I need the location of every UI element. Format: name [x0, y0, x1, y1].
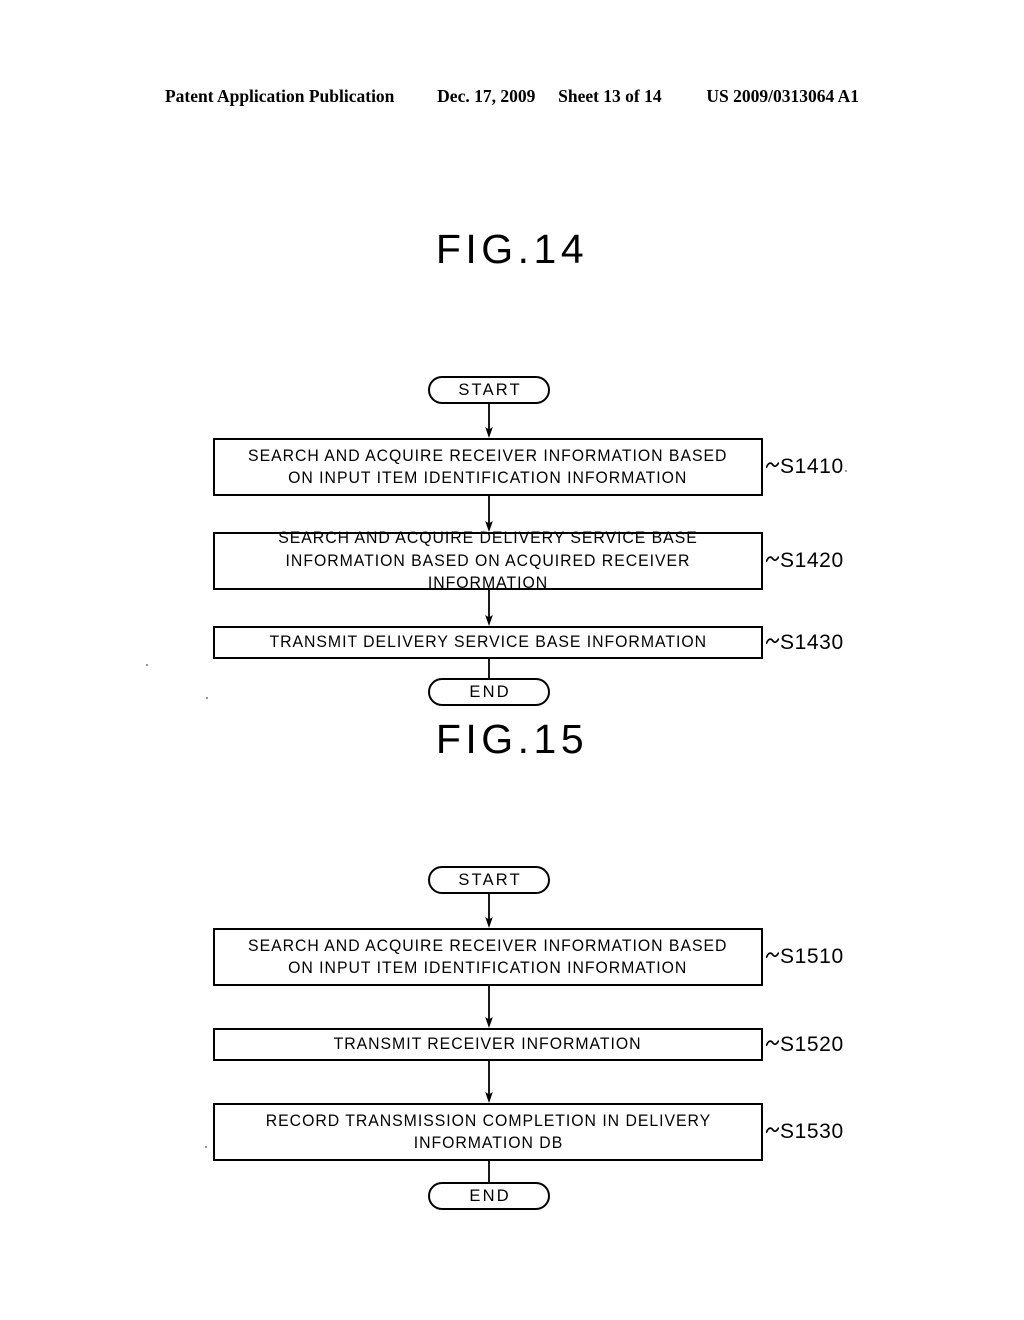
figure-15-step-1-reference-label: S1510: [780, 945, 844, 968]
figure-15-end-terminator: END: [428, 1182, 550, 1210]
reference-leader-icon: [766, 1038, 779, 1048]
figure-15-step-3-reference: S1530: [766, 1118, 844, 1146]
figure-14-step-1-reference: S1410: [766, 453, 844, 481]
reference-leader-icon: [766, 636, 779, 646]
figure-15-end-label: END: [469, 1186, 511, 1205]
figure-14-end-terminator: END: [428, 678, 550, 706]
figure-14-step-2-reference-label: S1420: [780, 549, 844, 572]
header-document-number: US 2009/0313064 A1: [706, 86, 860, 106]
reference-leader-icon: [766, 950, 779, 960]
figure-14-title: FIG.14: [435, 226, 589, 272]
figure-14-step-1-box: SEARCH AND ACQUIRE RECEIVER INFORMATION …: [213, 438, 763, 496]
figure-15-start-label: START: [458, 870, 522, 889]
figure-15-step-2-reference-label: S1520: [780, 1033, 844, 1056]
figure-14-step-3-box: TRANSMIT DELIVERY SERVICE BASE INFORMATI…: [213, 626, 763, 659]
figure-14-step-2-reference: S1420: [766, 547, 844, 575]
figure-15-start-terminator: START: [428, 866, 550, 894]
figure-14-step-1-text: SEARCH AND ACQUIRE RECEIVER INFORMATION …: [248, 445, 728, 487]
figure-14-start-label: START: [458, 380, 522, 399]
figure-14-step-2-box: SEARCH AND ACQUIRE DELIVERY SERVICE BASE…: [213, 528, 763, 592]
scan-artifact: [205, 1146, 207, 1148]
figure-14-flowchart: START SEARCH AND ACQUIRE RECEIVER INFORM…: [0, 282, 1024, 712]
header-sheet-number: Sheet 13 of 14: [558, 86, 662, 106]
figure-15: FIG.15 START SEARCH AND ACQUIRE RECEIVER…: [0, 716, 1024, 1210]
figure-15-step-3-reference-label: S1530: [780, 1120, 844, 1143]
figure-14-step-2-text: SEARCH AND ACQUIRE DELIVERY SERVICE BASE…: [278, 528, 698, 593]
figure-14-step-3-reference: S1430: [766, 629, 844, 657]
figure-15-connector-step2-to-step3: [480, 1061, 498, 1103]
figure-15-connector-step1-to-step2: [480, 986, 498, 1028]
figure-14-connector-start-to-step1: [480, 404, 498, 438]
figure-15-step-2-text: TRANSMIT RECEIVER INFORMATION: [334, 1034, 642, 1054]
figure-14-connector-step2-to-step3: [480, 590, 498, 626]
reference-leader-icon: [766, 554, 779, 564]
page-header: Patent Application Publication Dec. 17, …: [0, 86, 1024, 107]
figure-14-step-3-text: TRANSMIT DELIVERY SERVICE BASE INFORMATI…: [269, 632, 707, 652]
figure-14: FIG.14 START SEARCH AND ACQUIRE RECEIVER…: [0, 226, 1024, 712]
figure-14-end-label: END: [469, 682, 511, 701]
figure-15-connector-start-to-step1: [480, 894, 498, 928]
figure-15-step-2-box: TRANSMIT RECEIVER INFORMATION: [213, 1028, 763, 1061]
reference-leader-icon: [766, 460, 779, 470]
figure-14-start-terminator: START: [428, 376, 550, 404]
scan-artifact: [845, 470, 847, 472]
figure-15-step-1-reference: S1510: [766, 943, 844, 971]
figure-15-step-1-text: SEARCH AND ACQUIRE RECEIVER INFORMATION …: [248, 935, 728, 977]
figure-15-step-3-text: RECORD TRANSMISSION COMPLETION IN DELIVE…: [265, 1110, 711, 1152]
figure-15-flowchart: START SEARCH AND ACQUIRE RECEIVER INFORM…: [0, 772, 1024, 1210]
figure-15-step-3-box: RECORD TRANSMISSION COMPLETION IN DELIVE…: [213, 1103, 763, 1161]
header-publication-date: Dec. 17, 2009: [437, 86, 536, 106]
figure-15-step-1-box: SEARCH AND ACQUIRE RECEIVER INFORMATION …: [213, 928, 763, 986]
figure-14-step-1-reference-label: S1410: [780, 455, 844, 478]
scan-artifact: [206, 697, 208, 699]
reference-leader-icon: [766, 1125, 779, 1135]
figure-15-step-2-reference: S1520: [766, 1031, 844, 1059]
scan-artifact: [146, 664, 148, 666]
header-publication-title: Patent Application Publication: [164, 86, 395, 106]
figure-14-step-3-reference-label: S1430: [780, 631, 844, 654]
figure-15-title: FIG.15: [435, 716, 589, 762]
